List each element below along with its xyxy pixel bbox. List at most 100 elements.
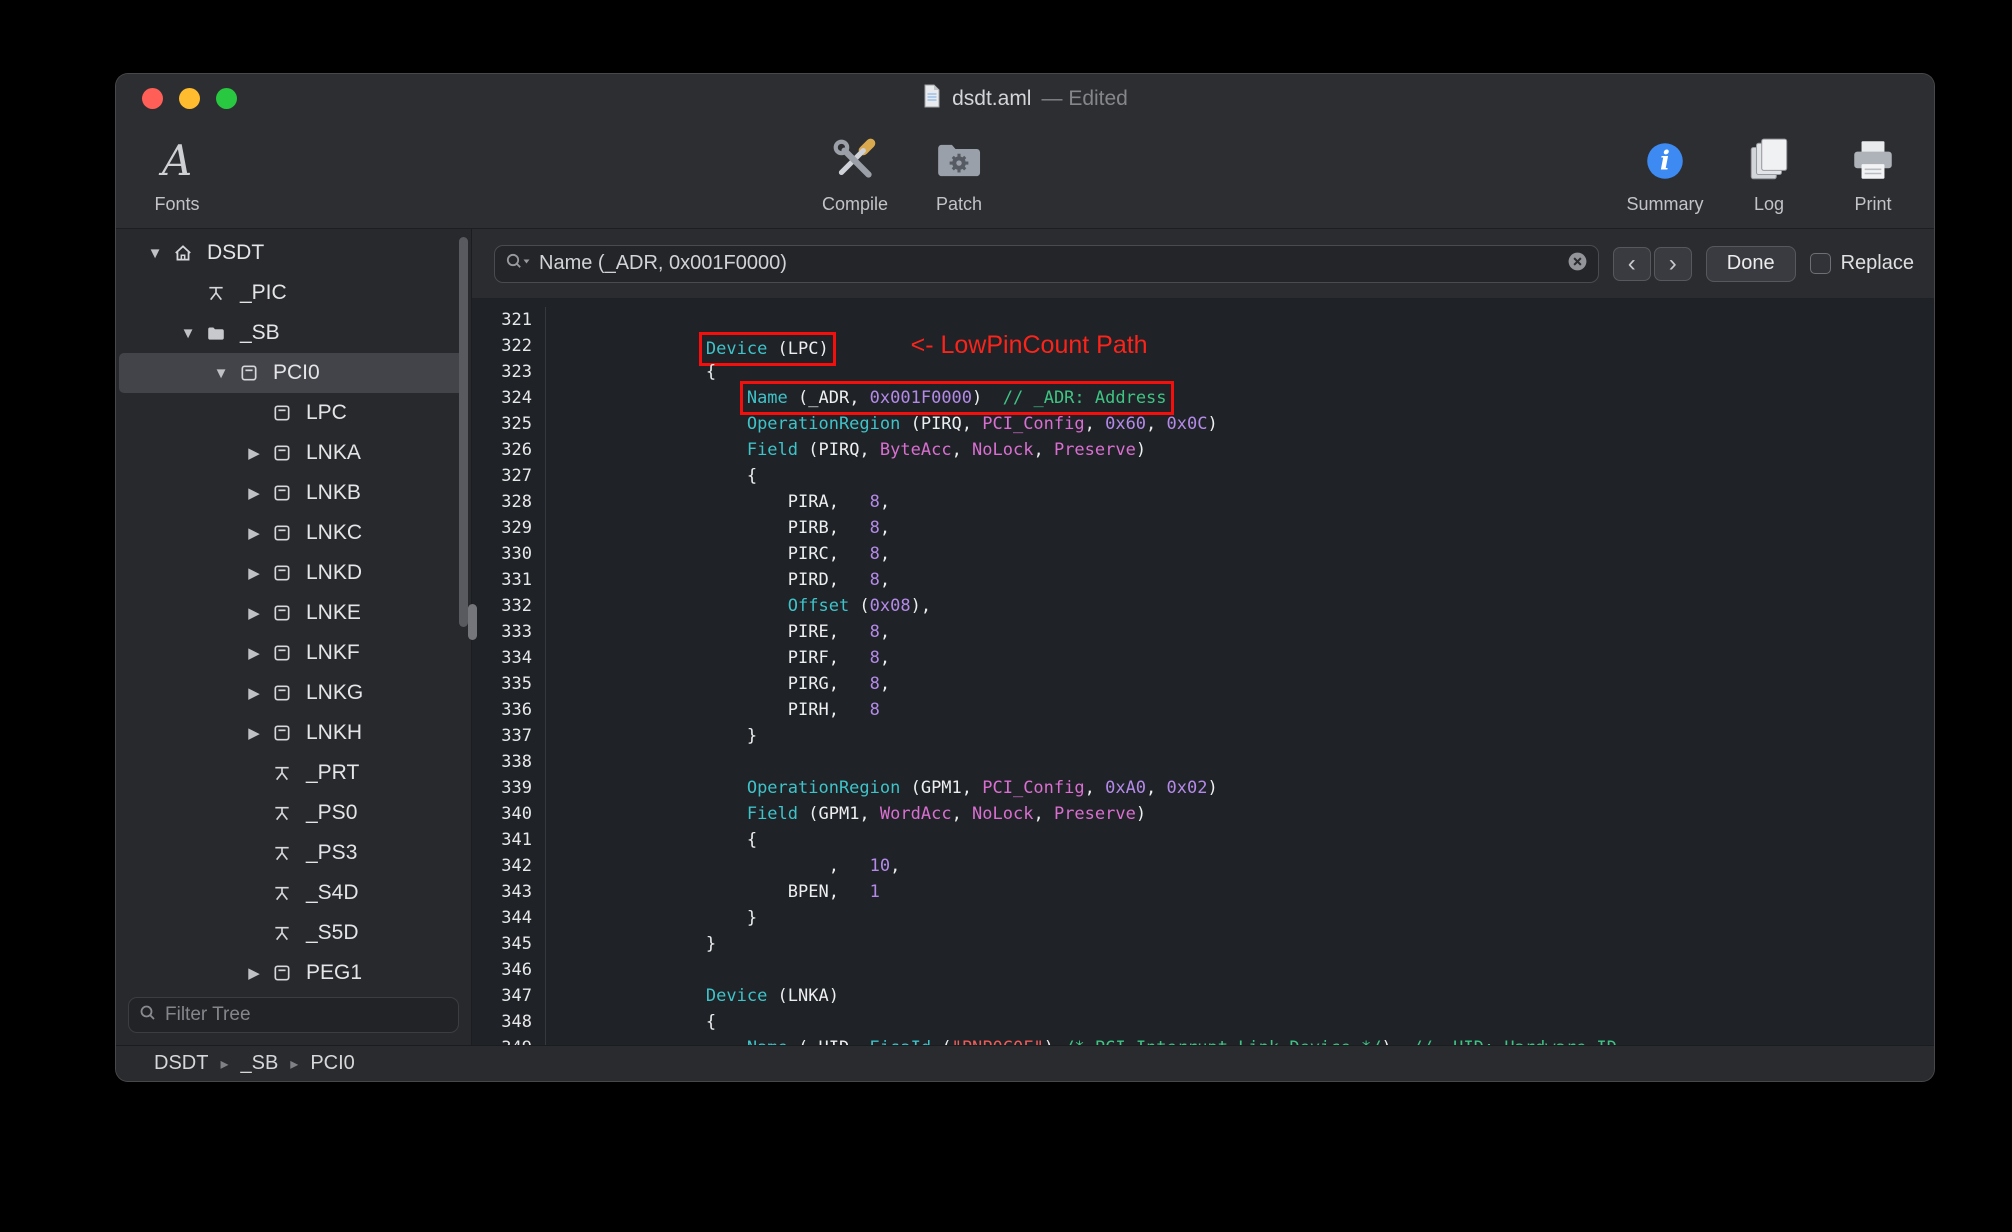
splitter-handle[interactable] xyxy=(468,604,477,641)
code-content[interactable] xyxy=(546,749,624,775)
sidebar-item-_PRT[interactable]: _PRT xyxy=(119,753,468,793)
code-line[interactable]: 343 BPEN, 1 xyxy=(472,879,1934,905)
code-content[interactable]: { xyxy=(546,359,716,385)
find-next-button[interactable]: › xyxy=(1653,246,1692,281)
compile-button[interactable]: Compile xyxy=(816,133,894,215)
code-line[interactable]: 335 PIRG, 8, xyxy=(472,671,1934,697)
code-line[interactable]: 334 PIRF, 8, xyxy=(472,645,1934,671)
chevron-right-icon[interactable]: ▶ xyxy=(236,564,272,582)
code-line[interactable]: 348 { xyxy=(472,1009,1934,1035)
find-previous-button[interactable]: ‹ xyxy=(1612,246,1651,281)
code-content[interactable]: PIRH, 8 xyxy=(546,697,880,723)
code-line[interactable]: 328 PIRA, 8, xyxy=(472,489,1934,515)
breadcrumb-item[interactable]: PCI0 xyxy=(310,1052,354,1075)
code-content[interactable] xyxy=(546,307,624,333)
code-line[interactable]: 322 Device (LPC) <- LowPinCount Path xyxy=(472,332,1934,366)
code-content[interactable]: { xyxy=(546,1009,716,1035)
search-input[interactable] xyxy=(539,252,1559,275)
code-line[interactable]: 338 xyxy=(472,749,1934,775)
code-line[interactable]: 323 { xyxy=(472,359,1934,385)
sidebar-item-LNKC[interactable]: ▶ LNKC xyxy=(119,513,468,553)
code-content[interactable]: PIRB, 8, xyxy=(546,515,890,541)
chevron-down-icon[interactable]: ▼ xyxy=(170,325,206,342)
sidebar-item-_S5D[interactable]: _S5D xyxy=(119,913,468,953)
clear-search-icon[interactable] xyxy=(1567,251,1588,277)
code-content[interactable]: PIRA, 8, xyxy=(546,489,890,515)
code-content[interactable]: } xyxy=(546,905,757,931)
code-content[interactable]: BPEN, 1 xyxy=(546,879,880,905)
code-line[interactable]: 336 PIRH, 8 xyxy=(472,697,1934,723)
code-content[interactable]: Field (GPM1, WordAcc, NoLock, Preserve) xyxy=(546,801,1146,827)
sidebar-item-LNKD[interactable]: ▶ LNKD xyxy=(119,553,468,593)
code-content[interactable]: PIRG, 8, xyxy=(546,671,890,697)
sidebar-item-_PS3[interactable]: _PS3 xyxy=(119,833,468,873)
code-line[interactable]: 325 OperationRegion (PIRQ, PCI_Config, 0… xyxy=(472,411,1934,437)
sidebar-item-_SB[interactable]: ▼ _SB xyxy=(119,313,468,353)
chevron-down-icon[interactable]: ▼ xyxy=(137,245,173,262)
code-line[interactable]: 329 PIRB, 8, xyxy=(472,515,1934,541)
code-content[interactable]: Offset (0x08), xyxy=(546,593,931,619)
filter-tree-input[interactable] xyxy=(165,1004,448,1026)
filter-tree-field[interactable] xyxy=(128,997,459,1033)
code-line[interactable]: 324 Name (_ADR, 0x001F0000) // _ADR: Add… xyxy=(472,381,1934,415)
sidebar-item-_S4D[interactable]: _S4D xyxy=(119,873,468,913)
sidebar-item-_PIC[interactable]: _PIC xyxy=(119,273,468,313)
code-line[interactable]: 339 OperationRegion (GPM1, PCI_Config, 0… xyxy=(472,775,1934,801)
sidebar-item-_PS0[interactable]: _PS0 xyxy=(119,793,468,833)
zoom-button[interactable] xyxy=(216,88,237,109)
replace-checkbox[interactable] xyxy=(1809,253,1831,274)
code-content[interactable] xyxy=(546,957,624,983)
code-content[interactable]: } xyxy=(546,931,716,957)
log-button[interactable]: Log xyxy=(1730,133,1808,215)
print-button[interactable]: Print xyxy=(1834,133,1912,215)
replace-toggle[interactable]: Replace xyxy=(1809,252,1914,275)
code-content[interactable]: PIRE, 8, xyxy=(546,619,890,645)
code-line[interactable]: 333 PIRE, 8, xyxy=(472,619,1934,645)
chevron-right-icon[interactable]: ▶ xyxy=(236,484,272,502)
editor[interactable]: 321 322 Device (LPC) <- LowPinCount Path 3… xyxy=(472,299,1934,1045)
chevron-right-icon[interactable]: ▶ xyxy=(236,724,272,742)
code-content[interactable]: PIRD, 8, xyxy=(546,567,890,593)
code-line[interactable]: 337 } xyxy=(472,723,1934,749)
sidebar-item-DSDT[interactable]: ▼ DSDT xyxy=(119,233,468,273)
code-content[interactable]: OperationRegion (GPM1, PCI_Config, 0xA0,… xyxy=(546,775,1218,801)
chevron-right-icon[interactable]: ▶ xyxy=(236,964,272,982)
code-line[interactable]: 341 { xyxy=(472,827,1934,853)
chevron-right-icon[interactable]: ▶ xyxy=(236,604,272,622)
code-line[interactable]: 331 PIRD, 8, xyxy=(472,567,1934,593)
code-line[interactable]: 345 } xyxy=(472,931,1934,957)
chevron-right-icon[interactable]: ▶ xyxy=(236,644,272,662)
code-line[interactable]: 321 xyxy=(472,307,1934,333)
minimize-button[interactable] xyxy=(179,88,200,109)
code-content[interactable]: Device (LPC) <- LowPinCount Path xyxy=(546,332,1148,366)
chevron-right-icon[interactable]: ▶ xyxy=(236,524,272,542)
code-content[interactable]: } xyxy=(546,723,757,749)
summary-button[interactable]: i Summary xyxy=(1626,133,1704,215)
breadcrumb-item[interactable]: DSDT xyxy=(154,1052,208,1075)
chevron-right-icon[interactable]: ▶ xyxy=(236,444,272,462)
code-line[interactable]: 346 xyxy=(472,957,1934,983)
code-line[interactable]: 349 Name (_HID, EisaId ("PNP0C0F") /* PC… xyxy=(472,1035,1934,1045)
code-line[interactable]: 340 Field (GPM1, WordAcc, NoLock, Preser… xyxy=(472,801,1934,827)
code-content[interactable]: { xyxy=(546,827,757,853)
patch-button[interactable]: Patch xyxy=(920,133,998,215)
sidebar-item-PEG1[interactable]: ▶ PEG1 xyxy=(119,953,468,989)
sidebar-item-LNKH[interactable]: ▶ LNKH xyxy=(119,713,468,753)
sidebar-item-LNKE[interactable]: ▶ LNKE xyxy=(119,593,468,633)
chevron-right-icon[interactable]: ▶ xyxy=(236,684,272,702)
code-content[interactable]: Field (PIRQ, ByteAcc, NoLock, Preserve) xyxy=(546,437,1146,463)
close-button[interactable] xyxy=(142,88,163,109)
fonts-button[interactable]: A Fonts xyxy=(138,133,216,215)
sidebar-item-LPC[interactable]: LPC xyxy=(119,393,468,433)
search-field[interactable] xyxy=(494,244,1599,283)
sidebar-item-LNKF[interactable]: ▶ LNKF xyxy=(119,633,468,673)
code-content[interactable]: Name (_ADR, 0x001F0000) // _ADR: Address xyxy=(546,381,1174,415)
code-content[interactable]: OperationRegion (PIRQ, PCI_Config, 0x60,… xyxy=(546,411,1218,437)
code-line[interactable]: 332 Offset (0x08), xyxy=(472,593,1934,619)
sidebar-item-PCI0[interactable]: ▼ PCI0 xyxy=(119,353,468,393)
code-line[interactable]: 326 Field (PIRQ, ByteAcc, NoLock, Preser… xyxy=(472,437,1934,463)
code-line[interactable]: 342 , 10, xyxy=(472,853,1934,879)
chevron-down-icon[interactable]: ▼ xyxy=(203,365,239,382)
code-content[interactable]: Device (LNKA) xyxy=(546,983,839,1009)
done-button[interactable]: Done xyxy=(1705,245,1796,282)
